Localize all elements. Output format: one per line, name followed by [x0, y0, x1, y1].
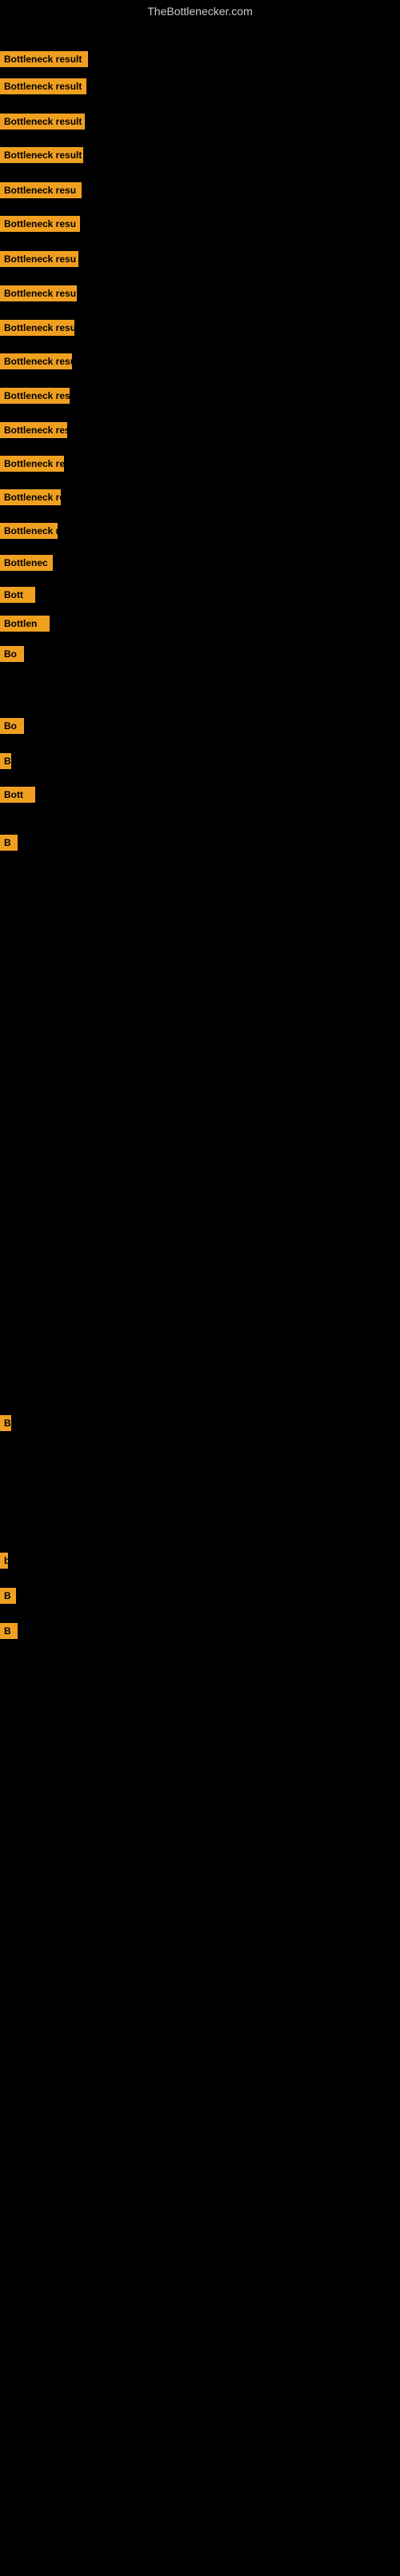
- site-title: TheBottlenecker.com: [0, 0, 400, 21]
- bottleneck-result-item: B: [0, 753, 11, 769]
- bottleneck-result-item: Bo: [0, 718, 24, 734]
- bottleneck-result-item: Bottleneck result: [0, 147, 83, 163]
- bottleneck-result-item: B: [0, 835, 18, 851]
- bottleneck-result-item: Bottleneck res: [0, 422, 67, 438]
- bottleneck-result-item: B: [0, 1415, 11, 1431]
- bottleneck-result-item: Bottleneck resu: [0, 388, 70, 404]
- bottleneck-result-item: Bottleneck result: [0, 114, 85, 130]
- bottleneck-result-item: Bottleneck resu: [0, 353, 72, 369]
- bottleneck-result-item: B: [0, 1588, 16, 1604]
- bottleneck-result-item: Bottleneck res: [0, 489, 61, 505]
- bottleneck-result-item: Bottleneck resu: [0, 216, 80, 232]
- bottleneck-result-item: Bottleneck resu: [0, 182, 82, 198]
- bottleneck-result-item: b: [0, 1553, 8, 1569]
- bottleneck-result-item: Bottleneck resu: [0, 251, 78, 267]
- bottleneck-result-item: Bott: [0, 787, 35, 803]
- bottleneck-result-item: B: [0, 1623, 18, 1639]
- bottleneck-result-item: Bottleneck res: [0, 456, 64, 472]
- bottleneck-result-item: Bottleneck result: [0, 78, 86, 94]
- bottleneck-result-item: Bott: [0, 587, 35, 603]
- bottleneck-result-item: Bottlenec: [0, 555, 53, 571]
- bottleneck-result-item: Bottlen: [0, 616, 50, 632]
- bottleneck-result-item: Bottleneck re: [0, 523, 58, 539]
- bottleneck-result-item: Bottleneck resu: [0, 285, 77, 301]
- bottleneck-result-item: Bo: [0, 646, 24, 662]
- bottleneck-result-item: Bottleneck resu: [0, 320, 74, 336]
- bottleneck-result-item: Bottleneck result: [0, 51, 88, 67]
